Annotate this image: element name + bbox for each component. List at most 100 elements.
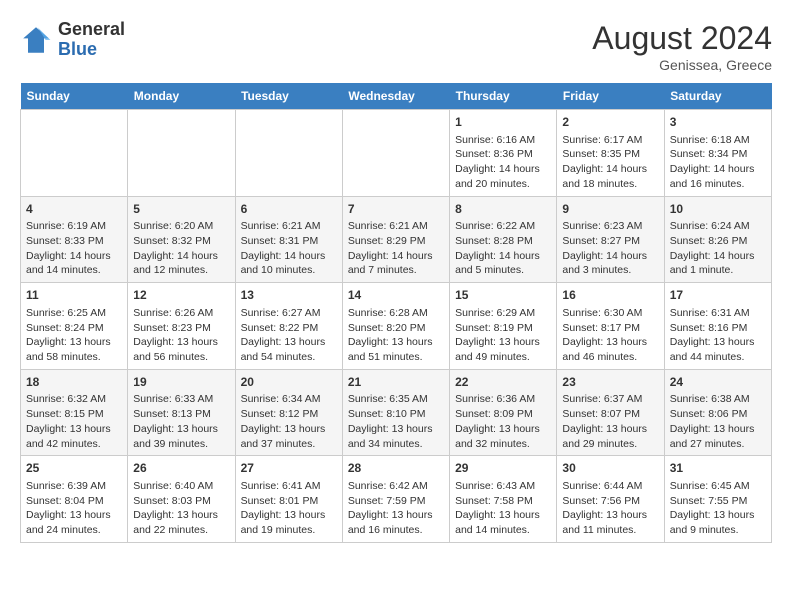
day-number: 31 [670, 460, 766, 477]
calendar-cell [21, 110, 128, 197]
header-saturday: Saturday [664, 83, 771, 110]
day-number: 22 [455, 374, 551, 391]
calendar-cell: 11 Sunrise: 6:25 AM Sunset: 8:24 PM Dayli… [21, 283, 128, 370]
week-row-1: 1Sunrise: 6:16 AM Sunset: 8:36 PM Daylig… [21, 110, 772, 197]
day-info: Sunrise: 6:25 AM Sunset: 8:24 PM Dayligh… [26, 306, 122, 365]
week-row-5: 25 Sunrise: 6:39 AM Sunset: 8:04 PM Dayli… [21, 456, 772, 543]
day-info: Sunrise: 6:19 AM Sunset: 8:33 PM Dayligh… [26, 219, 122, 278]
calendar-cell: 5Sunrise: 6:20 AM Sunset: 8:32 PM Daylig… [128, 196, 235, 283]
calendar-cell: 18Sunrise: 6:32 AM Sunset: 8:15 PM Dayli… [21, 369, 128, 456]
day-info: Sunrise: 6:24 AM Sunset: 8:26 PM Dayligh… [670, 219, 766, 278]
calendar-cell: 7Sunrise: 6:21 AM Sunset: 8:29 PM Daylig… [342, 196, 449, 283]
day-info: Sunrise: 6:30 AM Sunset: 8:17 PM Dayligh… [562, 306, 658, 365]
calendar-header: SundayMondayTuesdayWednesdayThursdayFrid… [21, 83, 772, 110]
logo-icon [20, 24, 52, 56]
day-info: Sunrise: 6:32 AM Sunset: 8:15 PM Dayligh… [26, 392, 122, 451]
calendar-cell: 24Sunrise: 6:38 AM Sunset: 8:06 PM Dayli… [664, 369, 771, 456]
calendar-cell [235, 110, 342, 197]
page-header: General Blue August 2024 Genissea, Greec… [20, 20, 772, 73]
day-number: 16 [562, 287, 658, 304]
day-number: 24 [670, 374, 766, 391]
day-number: 21 [348, 374, 444, 391]
calendar-cell: 26Sunrise: 6:40 AM Sunset: 8:03 PM Dayli… [128, 456, 235, 543]
day-number: 8 [455, 201, 551, 218]
day-number: 15 [455, 287, 551, 304]
day-info: Sunrise: 6:39 AM Sunset: 8:04 PM Dayligh… [26, 479, 122, 538]
day-number: 5 [133, 201, 229, 218]
day-info: Sunrise: 6:29 AM Sunset: 8:19 PM Dayligh… [455, 306, 551, 365]
day-number: 9 [562, 201, 658, 218]
day-number: 17 [670, 287, 766, 304]
day-number: 12 [133, 287, 229, 304]
calendar-cell: 16 Sunrise: 6:30 AM Sunset: 8:17 PM Dayli… [557, 283, 664, 370]
day-number: 11 [26, 287, 122, 304]
calendar-cell: 12 Sunrise: 6:26 AM Sunset: 8:23 PM Dayli… [128, 283, 235, 370]
calendar-cell: 9Sunrise: 6:23 AM Sunset: 8:27 PM Daylig… [557, 196, 664, 283]
calendar-cell: 10Sunrise: 6:24 AM Sunset: 8:26 PM Dayli… [664, 196, 771, 283]
day-info: Sunrise: 6:36 AM Sunset: 8:09 PM Dayligh… [455, 392, 551, 451]
day-info: Sunrise: 6:37 AM Sunset: 8:07 PM Dayligh… [562, 392, 658, 451]
day-number: 19 [133, 374, 229, 391]
day-number: 25 [26, 460, 122, 477]
day-number: 7 [348, 201, 444, 218]
day-number: 6 [241, 201, 337, 218]
header-tuesday: Tuesday [235, 83, 342, 110]
calendar-cell: 22Sunrise: 6:36 AM Sunset: 8:09 PM Dayli… [450, 369, 557, 456]
day-number: 14 [348, 287, 444, 304]
day-info: Sunrise: 6:44 AM Sunset: 7:56 PM Dayligh… [562, 479, 658, 538]
calendar-cell: 8Sunrise: 6:22 AM Sunset: 8:28 PM Daylig… [450, 196, 557, 283]
calendar-cell: 17 Sunrise: 6:31 AM Sunset: 8:16 PM Dayli… [664, 283, 771, 370]
day-info: Sunrise: 6:20 AM Sunset: 8:32 PM Dayligh… [133, 219, 229, 278]
calendar-cell: 30Sunrise: 6:44 AM Sunset: 7:56 PM Dayli… [557, 456, 664, 543]
calendar-cell: 3Sunrise: 6:18 AM Sunset: 8:34 PM Daylig… [664, 110, 771, 197]
logo-blue-text: Blue [58, 39, 97, 59]
day-number: 23 [562, 374, 658, 391]
week-row-3: 11 Sunrise: 6:25 AM Sunset: 8:24 PM Dayli… [21, 283, 772, 370]
header-sunday: Sunday [21, 83, 128, 110]
calendar-cell: 21Sunrise: 6:35 AM Sunset: 8:10 PM Dayli… [342, 369, 449, 456]
calendar-cell: 1Sunrise: 6:16 AM Sunset: 8:36 PM Daylig… [450, 110, 557, 197]
logo: General Blue [20, 20, 125, 60]
day-info: Sunrise: 6:40 AM Sunset: 8:03 PM Dayligh… [133, 479, 229, 538]
day-info: Sunrise: 6:17 AM Sunset: 8:35 PM Dayligh… [562, 133, 658, 192]
header-monday: Monday [128, 83, 235, 110]
day-info: Sunrise: 6:23 AM Sunset: 8:27 PM Dayligh… [562, 219, 658, 278]
calendar-cell: 23Sunrise: 6:37 AM Sunset: 8:07 PM Dayli… [557, 369, 664, 456]
day-info: Sunrise: 6:33 AM Sunset: 8:13 PM Dayligh… [133, 392, 229, 451]
week-row-2: 4Sunrise: 6:19 AM Sunset: 8:33 PM Daylig… [21, 196, 772, 283]
day-number: 10 [670, 201, 766, 218]
day-info: Sunrise: 6:35 AM Sunset: 8:10 PM Dayligh… [348, 392, 444, 451]
month-year: August 2024 [592, 20, 772, 57]
day-info: Sunrise: 6:26 AM Sunset: 8:23 PM Dayligh… [133, 306, 229, 365]
logo-general-text: General [58, 19, 125, 39]
calendar-cell [128, 110, 235, 197]
day-number: 1 [455, 114, 551, 131]
calendar-cell: 28 Sunrise: 6:42 AM Sunset: 7:59 PM Dayli… [342, 456, 449, 543]
day-info: Sunrise: 6:42 AM Sunset: 7:59 PM Dayligh… [348, 479, 444, 538]
calendar-body: 1Sunrise: 6:16 AM Sunset: 8:36 PM Daylig… [21, 110, 772, 543]
day-info: Sunrise: 6:31 AM Sunset: 8:16 PM Dayligh… [670, 306, 766, 365]
calendar-cell: 14 Sunrise: 6:28 AM Sunset: 8:20 PM Dayli… [342, 283, 449, 370]
day-number: 13 [241, 287, 337, 304]
header-friday: Friday [557, 83, 664, 110]
day-number: 20 [241, 374, 337, 391]
day-info: Sunrise: 6:18 AM Sunset: 8:34 PM Dayligh… [670, 133, 766, 192]
day-number: 28 [348, 460, 444, 477]
header-wednesday: Wednesday [342, 83, 449, 110]
day-info: Sunrise: 6:41 AM Sunset: 8:01 PM Dayligh… [241, 479, 337, 538]
location: Genissea, Greece [592, 57, 772, 73]
day-number: 18 [26, 374, 122, 391]
day-info: Sunrise: 6:28 AM Sunset: 8:20 PM Dayligh… [348, 306, 444, 365]
header-thursday: Thursday [450, 83, 557, 110]
week-row-4: 18Sunrise: 6:32 AM Sunset: 8:15 PM Dayli… [21, 369, 772, 456]
calendar-cell: 25 Sunrise: 6:39 AM Sunset: 8:04 PM Dayli… [21, 456, 128, 543]
day-info: Sunrise: 6:21 AM Sunset: 8:31 PM Dayligh… [241, 219, 337, 278]
day-info: Sunrise: 6:43 AM Sunset: 7:58 PM Dayligh… [455, 479, 551, 538]
calendar-cell: 2Sunrise: 6:17 AM Sunset: 8:35 PM Daylig… [557, 110, 664, 197]
day-info: Sunrise: 6:22 AM Sunset: 8:28 PM Dayligh… [455, 219, 551, 278]
calendar-cell [342, 110, 449, 197]
calendar-cell: 6Sunrise: 6:21 AM Sunset: 8:31 PM Daylig… [235, 196, 342, 283]
day-number: 29 [455, 460, 551, 477]
calendar-cell: 27Sunrise: 6:41 AM Sunset: 8:01 PM Dayli… [235, 456, 342, 543]
header-row: SundayMondayTuesdayWednesdayThursdayFrid… [21, 83, 772, 110]
